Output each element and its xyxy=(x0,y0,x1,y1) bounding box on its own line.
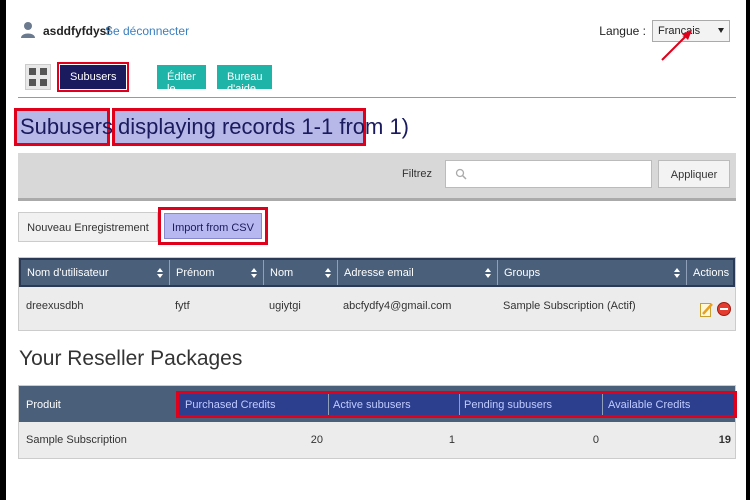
sort-icon xyxy=(485,268,491,278)
column-header-purchased: Purchased Credits xyxy=(185,399,276,411)
filter-bar: Filtrez Appliquer xyxy=(18,153,736,201)
cell-product: Sample Subscription xyxy=(26,434,127,446)
packages-title: Your Reseller Packages xyxy=(19,347,243,370)
column-header-email[interactable]: Adresse email xyxy=(338,260,498,285)
user-icon xyxy=(21,22,35,38)
cell-username: dreexusdbh xyxy=(26,300,84,312)
left-edge xyxy=(0,0,6,500)
filter-input[interactable] xyxy=(445,160,652,188)
column-header-lastname[interactable]: Nom xyxy=(264,260,338,285)
chevron-down-icon xyxy=(718,28,724,33)
filter-label: Filtrez xyxy=(402,168,432,180)
sort-icon xyxy=(251,268,257,278)
import-highlight: Import from CSV xyxy=(158,207,268,245)
edit-icon[interactable] xyxy=(700,302,713,317)
logout-link[interactable]: Se déconnecter xyxy=(105,24,189,38)
users-table-header: Nom d'utilisateur Prénom Nom Adresse ema… xyxy=(19,258,735,287)
right-edge xyxy=(746,0,750,500)
sort-icon xyxy=(325,268,331,278)
language-label: Langue : xyxy=(599,24,646,38)
column-header-username[interactable]: Nom d'utilisateur xyxy=(21,260,170,285)
column-header-available: Available Credits xyxy=(608,399,691,411)
annotation-arrow-icon xyxy=(661,30,692,61)
cell-firstname: fytf xyxy=(175,300,190,312)
packages-table-header: Produit Purchased Credits Active subuser… xyxy=(19,386,737,422)
grid-menu-icon[interactable] xyxy=(25,64,51,90)
apply-button[interactable]: Appliquer xyxy=(658,160,730,188)
users-table: Nom d'utilisateur Prénom Nom Adresse ema… xyxy=(18,257,736,331)
nav-divider xyxy=(18,97,736,98)
column-divider xyxy=(459,394,460,415)
page-title-records: displaying records 1-1 from 1) xyxy=(112,108,409,146)
column-header-pending: Pending subusers xyxy=(464,399,553,411)
sort-icon xyxy=(157,268,163,278)
packages-table: Produit Purchased Credits Active subuser… xyxy=(18,385,737,459)
cell-active: 1 xyxy=(448,434,455,446)
column-header-actions: Actions xyxy=(693,267,730,279)
search-icon xyxy=(455,168,467,180)
cell-available: 19 xyxy=(718,434,731,446)
cell-purchased: 20 xyxy=(310,434,323,446)
tab-subusers[interactable]: Subusers xyxy=(56,62,130,92)
column-header-groups[interactable]: Groups xyxy=(498,260,687,285)
column-header-active: Active subusers xyxy=(333,399,411,411)
tab-edit-profile[interactable]: Éditer le profil xyxy=(157,65,206,107)
column-header-product: Produit xyxy=(26,399,61,411)
top-bar: asddfyfdysf Se déconnecter Langue : Fran… xyxy=(20,20,730,42)
new-record-button[interactable]: Nouveau Enregistrement xyxy=(18,212,158,242)
column-header-firstname[interactable]: Prénom xyxy=(170,260,264,285)
column-divider xyxy=(328,394,329,415)
tab-helpdesk[interactable]: Bureau d'aide xyxy=(217,65,273,95)
delete-icon[interactable] xyxy=(717,302,731,316)
username: asddfyfdysf xyxy=(43,24,111,38)
cell-email: abcfydfy4@gmail.com xyxy=(343,300,452,312)
cell-group: Sample Subscription (Actif) xyxy=(503,300,636,312)
cell-lastname: ugiytgi xyxy=(269,300,301,312)
page-title-main: Subusers ( xyxy=(14,108,126,146)
column-divider xyxy=(602,394,603,415)
cell-pending: 0 xyxy=(592,434,599,446)
import-csv-button[interactable]: Import from CSV xyxy=(164,213,262,239)
sort-icon xyxy=(674,268,680,278)
